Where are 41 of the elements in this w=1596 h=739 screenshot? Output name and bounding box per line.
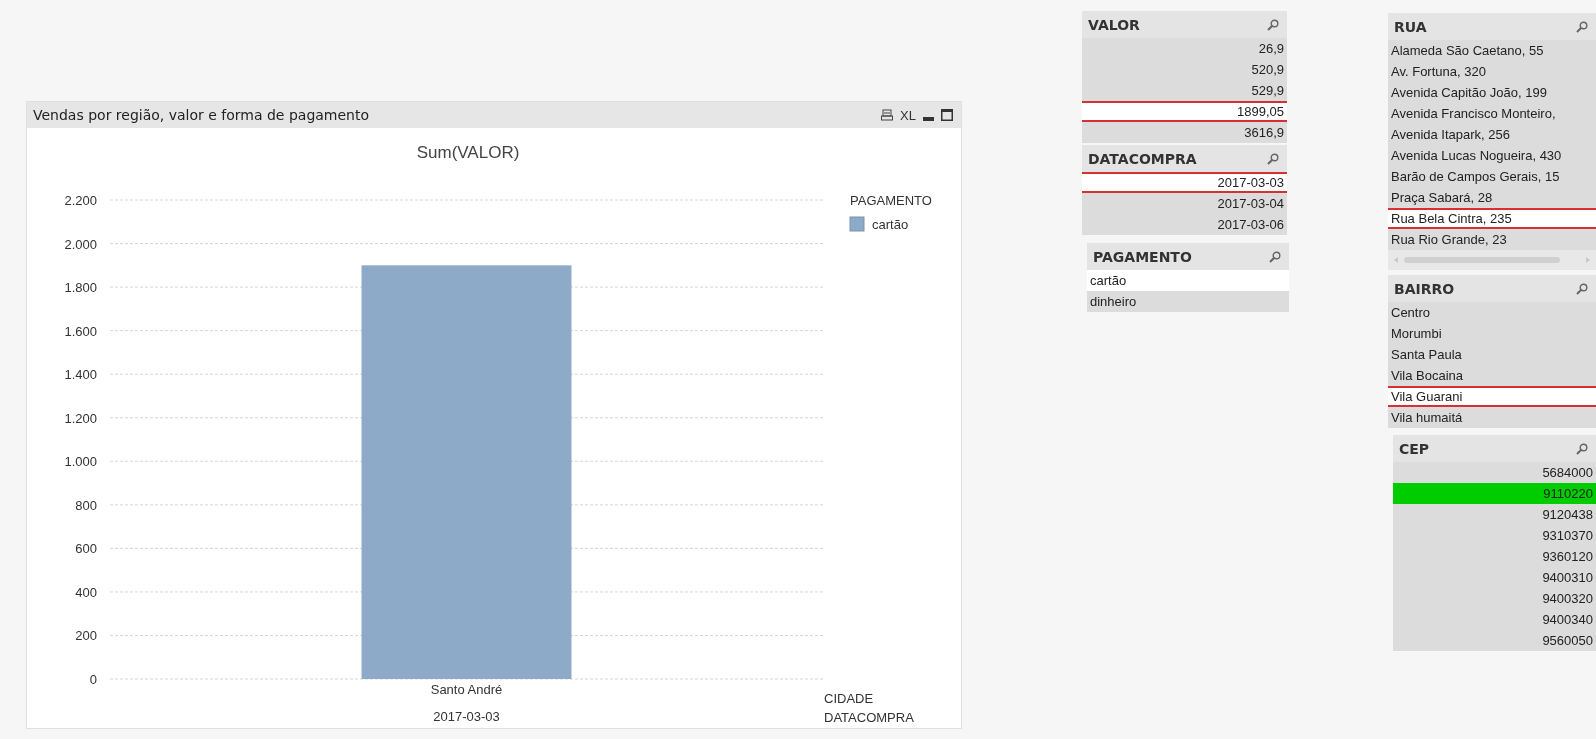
x-axis-title: DATACOMPRA — [824, 710, 914, 725]
excel-export-button[interactable]: XL — [900, 107, 916, 123]
list-box-title: PAGAMENTO — [1093, 248, 1192, 265]
y-axis-label: 400 — [75, 584, 97, 600]
legend-label: cartão — [872, 217, 909, 232]
chart-title: Sum(VALOR) — [416, 143, 520, 162]
search-icon[interactable] — [1267, 18, 1279, 31]
y-axis-label: 800 — [75, 497, 97, 513]
y-axis-label: 1.800 — [64, 280, 97, 296]
chart-panel-title: Vendas por região, valor e forma de pagamento — [33, 107, 370, 123]
y-axis-label: 2.000 — [64, 236, 97, 252]
x-axis-title: CIDADE — [824, 691, 874, 706]
search-icon[interactable] — [1267, 152, 1279, 165]
list-box-title: RUA — [1394, 18, 1427, 35]
print-icon[interactable] — [881, 109, 894, 121]
list-item[interactable]: 1899,05 — [1082, 101, 1287, 122]
y-axis-label: 1.400 — [64, 367, 97, 383]
x-axis-label: Santo André — [430, 682, 503, 697]
search-icon[interactable] — [1576, 442, 1588, 455]
list-item[interactable]: Rua Bela Cintra, 235 — [1388, 208, 1596, 229]
search-icon[interactable] — [1269, 250, 1281, 263]
list-item[interactable]: Vila Guarani — [1388, 386, 1596, 407]
y-axis-label: 0 — [89, 672, 97, 687]
x-axis-label: 2017-03-03 — [433, 709, 500, 724]
list-box-title: DATACOMPRA — [1088, 150, 1197, 167]
list-box-title: CEP — [1399, 440, 1430, 457]
y-axis-label: 600 — [75, 541, 97, 557]
y-axis-label: 1.200 — [64, 410, 97, 426]
legend-title: PAGAMENTO — [850, 193, 932, 208]
list-item[interactable]: 9110220 — [1393, 483, 1596, 504]
search-icon[interactable] — [1576, 20, 1588, 33]
list-box-title: BAIRRO — [1394, 280, 1455, 297]
maximize-icon[interactable] — [941, 109, 953, 121]
y-axis-label: 1.000 — [64, 454, 97, 470]
y-axis-label: 1.600 — [64, 323, 97, 339]
y-axis-label: 200 — [75, 628, 97, 644]
list-item[interactable]: cartão — [1087, 270, 1289, 291]
search-icon[interactable] — [1576, 282, 1588, 295]
y-axis-label: 2.200 — [64, 193, 97, 208]
list-box-title: VALOR — [1088, 16, 1140, 33]
list-item[interactable]: 2017-03-03 — [1082, 172, 1287, 193]
